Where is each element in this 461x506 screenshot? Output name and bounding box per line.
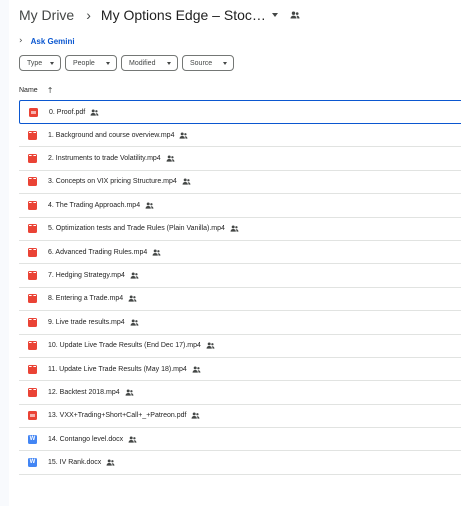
- breadcrumb-current-folder[interactable]: My Options Edge – Stoc…: [101, 7, 266, 23]
- file-row[interactable]: 9. Live trade results.mp4: [19, 311, 461, 335]
- shared-icon: [106, 459, 115, 466]
- file-row[interactable]: 11. Update Live Trade Results (May 18).m…: [19, 358, 461, 382]
- shared-icon: [182, 178, 191, 186]
- file-row[interactable]: 2. Instruments to trade Volatility.mp4: [19, 147, 461, 171]
- video-icon: [28, 341, 37, 351]
- file-row[interactable]: 0. Proof.pdf: [19, 100, 461, 124]
- file-name: 6. Advanced Trading Rules.mp4: [48, 248, 148, 256]
- file-name: 7. Hedging Strategy.mp4: [48, 272, 125, 280]
- file-name: 5. Optimization tests and Trade Rules (P…: [48, 225, 225, 233]
- file-row[interactable]: 5. Optimization tests and Trade Rules (P…: [19, 218, 461, 241]
- file-row[interactable]: 13. VXX+Trading+Short+Call+_+Patreon.pdf: [19, 405, 461, 429]
- video-icon: [28, 154, 37, 164]
- video-icon: [28, 224, 37, 234]
- filter-people-chip[interactable]: People: [65, 55, 117, 71]
- breadcrumb: My Drive › My Options Edge – Stoc…: [19, 5, 300, 25]
- ask-gemini-button[interactable]: › Ask Gemini: [19, 34, 75, 48]
- video-icon: [28, 317, 37, 327]
- shared-icon: [152, 249, 161, 256]
- file-name: 13. VXX+Trading+Short+Call+_+Patreon.pdf: [48, 412, 187, 420]
- video-icon: [28, 130, 37, 140]
- filter-type-chip[interactable]: Type: [19, 55, 61, 71]
- video-icon: [28, 387, 37, 397]
- shared-icon: [206, 342, 215, 349]
- filter-chips: Type People Modified Source: [19, 55, 238, 71]
- caret-down-icon: [223, 61, 227, 65]
- shared-icon: [192, 366, 201, 373]
- doc-icon: [28, 458, 37, 468]
- shared-icon: [130, 319, 139, 326]
- file-list: 0. Proof.pdf 1. Background and course ove…: [19, 100, 461, 475]
- file-row[interactable]: 1. Background and course overview.mp4: [19, 124, 461, 148]
- caret-down-icon: [106, 61, 110, 65]
- file-row[interactable]: 15. IV Rank.docx: [19, 451, 461, 475]
- shared-icon: [130, 272, 139, 279]
- filter-people-label: People: [73, 59, 95, 67]
- video-icon: [28, 364, 37, 374]
- file-row[interactable]: 3. Concepts on VIX pricing Structure.mp4: [19, 171, 461, 195]
- file-row[interactable]: 10. Update Live Trade Results (End Dec 1…: [19, 335, 461, 358]
- shared-icon: [128, 295, 137, 302]
- filter-source-label: Source: [190, 59, 213, 67]
- video-icon: [28, 294, 37, 304]
- file-name: 10. Update Live Trade Results (End Dec 1…: [48, 342, 201, 350]
- file-name: 12. Backtest 2018.mp4: [48, 388, 120, 396]
- shared-icon: [90, 108, 99, 116]
- file-name: 8. Entering a Trade.mp4: [48, 295, 124, 303]
- caret-down-icon[interactable]: [271, 13, 278, 17]
- file-row[interactable]: 7. Hedging Strategy.mp4: [19, 264, 461, 288]
- breadcrumb-my-drive[interactable]: My Drive: [19, 7, 74, 23]
- name-column-header[interactable]: Name ↑: [19, 84, 53, 96]
- video-icon: [28, 177, 37, 187]
- shared-icon: [191, 412, 200, 419]
- drive-panel: My Drive › My Options Edge – Stoc… › Ask…: [9, 0, 461, 506]
- sort-ascending-icon[interactable]: ↑: [47, 86, 54, 95]
- filter-modified-label: Modified: [129, 59, 156, 67]
- file-name: 0. Proof.pdf: [49, 108, 86, 116]
- video-icon: [28, 247, 37, 257]
- filter-source-chip[interactable]: Source: [182, 55, 234, 71]
- filter-modified-chip[interactable]: Modified: [121, 55, 178, 71]
- doc-icon: [28, 434, 37, 444]
- shared-icon: [230, 225, 239, 232]
- caret-down-icon: [167, 61, 171, 65]
- chevron-right-icon: ›: [19, 36, 23, 46]
- caret-down-icon: [50, 61, 54, 65]
- file-row[interactable]: 6. Advanced Trading Rules.mp4: [19, 241, 461, 265]
- file-name: 9. Live trade results.mp4: [48, 318, 125, 326]
- file-name: 15. IV Rank.docx: [48, 459, 102, 467]
- file-name: 11. Update Live Trade Results (May 18).m…: [48, 365, 187, 373]
- file-name: 2. Instruments to trade Volatility.mp4: [48, 155, 161, 163]
- shared-icon: [145, 202, 154, 209]
- pdf-icon: [29, 107, 38, 117]
- file-row[interactable]: 14. Contango level.docx: [19, 428, 461, 452]
- file-row[interactable]: 12. Backtest 2018.mp4: [19, 381, 461, 405]
- file-name: 14. Contango level.docx: [48, 435, 124, 443]
- shared-folder-icon: [290, 11, 300, 19]
- file-row[interactable]: 4. The Trading Approach.mp4: [19, 194, 461, 218]
- shared-icon: [125, 389, 134, 396]
- video-icon: [28, 200, 37, 210]
- file-row[interactable]: 8. Entering a Trade.mp4: [19, 288, 461, 312]
- file-name: 1. Background and course overview.mp4: [48, 131, 175, 139]
- shared-icon: [166, 155, 175, 162]
- video-icon: [28, 271, 37, 281]
- chevron-right-icon: ›: [86, 7, 91, 23]
- shared-icon: [179, 132, 188, 139]
- file-name: 3. Concepts on VIX pricing Structure.mp4: [48, 178, 177, 186]
- file-name: 4. The Trading Approach.mp4: [48, 201, 141, 209]
- pdf-icon: [28, 411, 37, 421]
- filter-type-label: Type: [27, 59, 43, 67]
- ask-gemini-label: Ask Gemini: [30, 36, 75, 46]
- name-column-label: Name: [19, 86, 38, 94]
- shared-icon: [128, 436, 137, 443]
